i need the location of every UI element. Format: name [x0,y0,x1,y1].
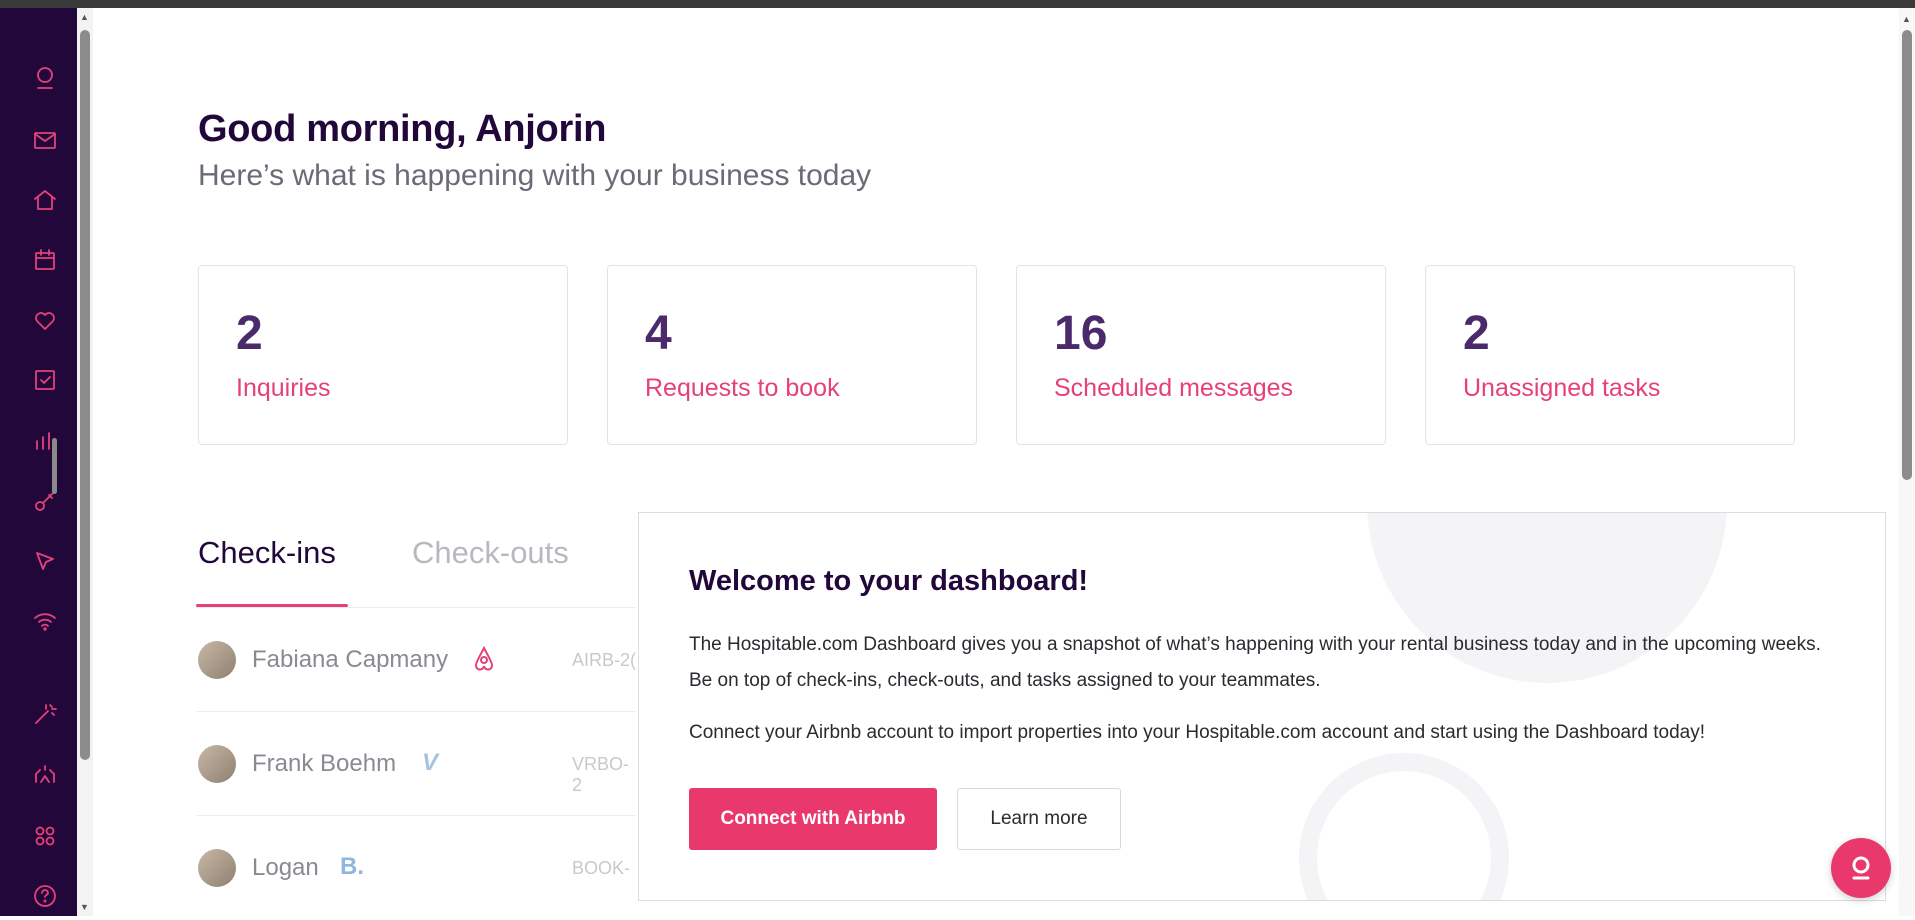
left-scrollbar-thumb[interactable] [80,30,90,760]
welcome-title: Welcome to your dashboard! [689,565,1089,597]
sidebar-scroll-thumb[interactable] [52,438,57,494]
reservation-code: BOOK- [572,858,631,878]
page-scrollbar-thumb[interactable] [1902,30,1912,480]
hospitable-chat-icon [1852,856,1870,880]
hospitable-logo-icon[interactable] [27,60,63,96]
checkin-row[interactable]: Frank Boehm V VRBO-2 [196,712,636,816]
cursor-arrow-icon[interactable] [27,543,63,579]
active-tab-indicator [196,604,348,607]
reservation-code: VRBO-2 [572,754,630,795]
tab-check-ins[interactable]: Check-ins [198,535,336,571]
stat-label: Requests to book [645,374,840,402]
greeting-subtitle: Here’s what is happening with your busin… [198,159,872,192]
welcome-description: The Hospitable.com Dashboard gives you a… [689,634,1821,691]
welcome-dashboard-panel: Welcome to your dashboard! The Hospitabl… [638,512,1886,901]
stat-value: 16 [1054,307,1108,360]
left-scrollbar[interactable]: ▲ ▼ [77,8,93,916]
calendar-icon[interactable] [27,242,63,278]
vrbo-icon: V [422,749,439,776]
checkin-row[interactable]: Fabiana Capmany AIRB-2( [196,608,636,712]
stat-label: Scheduled messages [1054,374,1294,402]
apps-grid-icon[interactable] [27,818,63,854]
stat-value: 4 [645,307,672,360]
key-icon[interactable] [27,483,63,519]
scroll-up-arrow-icon[interactable]: ▲ [80,12,89,22]
checkin-row[interactable]: Logan B. BOOK- [196,816,636,920]
scroll-down-arrow-icon[interactable]: ▼ [80,902,89,912]
page-scroll-up-arrow-icon[interactable]: ▲ [1902,14,1911,24]
heart-icon[interactable] [27,302,63,338]
guest-avatar [198,849,236,887]
hands-care-icon[interactable] [27,756,63,792]
guest-avatar [198,641,236,679]
tab-check-outs[interactable]: Check-outs [412,535,569,571]
wifi-icon[interactable] [27,603,63,639]
guest-avatar [198,745,236,783]
stat-label: Inquiries [236,374,331,402]
learn-more-button[interactable]: Learn more [957,788,1121,850]
home-icon[interactable] [27,182,63,218]
guest-name: Fabiana Capmany [252,646,449,673]
stat-card-unassigned-tasks[interactable]: 2 Unassigned tasks [1425,265,1795,445]
welcome-connect-text: Connect your Airbnb account to import pr… [689,722,1706,743]
greeting-title: Good morning, Anjorin [198,108,607,150]
guest-name: Frank Boehm [252,750,397,777]
background-decoration [1299,753,1509,900]
booking-icon: B. [340,853,364,880]
window-top-bar [0,0,1915,8]
stat-card-scheduled-messages[interactable]: 16 Scheduled messages [1016,265,1386,445]
stat-card-inquiries[interactable]: 2 Inquiries [198,265,568,445]
magic-wand-icon[interactable] [27,696,63,732]
help-question-icon[interactable] [27,878,63,914]
stat-card-requests-to-book[interactable]: 4 Requests to book [607,265,977,445]
reservation-code: AIRB-2( [572,650,637,670]
stat-value: 2 [1463,307,1490,360]
metrics-bars-icon[interactable] [27,423,63,459]
connect-airbnb-button[interactable]: Connect with Airbnb [689,788,937,850]
stat-value: 2 [236,307,263,360]
tasks-checkbox-icon[interactable] [27,362,63,398]
page-scrollbar[interactable]: ▲ [1899,8,1915,916]
airbnb-icon [472,645,496,678]
sidebar [0,8,77,916]
stat-label: Unassigned tasks [1463,374,1661,402]
inbox-mail-icon[interactable] [27,122,63,158]
help-chat-button[interactable] [1831,838,1891,898]
guest-name: Logan [252,854,319,881]
